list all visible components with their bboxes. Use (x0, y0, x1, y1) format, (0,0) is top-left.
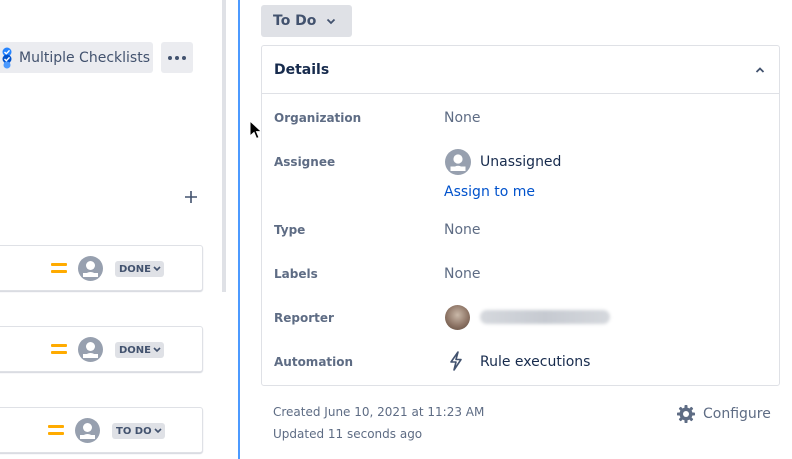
rule-executions-link[interactable]: Rule executions (480, 354, 590, 370)
reporter-label: Reporter (274, 311, 334, 325)
gear-icon (677, 405, 695, 423)
status-lozenge[interactable]: DONE (115, 342, 165, 358)
configure-button[interactable]: Configure (676, 404, 771, 424)
type-label: Type (274, 223, 306, 237)
organization-label: Organization (274, 111, 362, 125)
linked-issue-card[interactable]: DONE (0, 326, 203, 372)
status-lozenge-label: TO DO (116, 425, 152, 437)
details-header[interactable]: Details (262, 46, 779, 94)
details-panel: Details Organization None Assignee Unass… (261, 45, 780, 386)
reporter-name-redacted[interactable] (480, 310, 610, 324)
chevron-up-icon[interactable] (753, 63, 767, 77)
organization-value[interactable]: None (444, 110, 481, 126)
labels-label: Labels (274, 267, 318, 281)
more-actions-button[interactable] (161, 42, 193, 73)
unassigned-avatar-icon (445, 149, 471, 175)
status-transition-label: To Do (273, 13, 317, 29)
chevron-down-icon (154, 428, 162, 434)
status-lozenge[interactable]: TO DO (112, 423, 165, 439)
unassigned-avatar-icon (75, 418, 100, 443)
created-timestamp: Created June 10, 2021 at 11:23 AM (273, 405, 485, 419)
status-lozenge[interactable]: DONE (115, 261, 165, 277)
assignee-label: Assignee (274, 155, 336, 169)
unassigned-avatar-icon (78, 256, 103, 281)
assignee-value[interactable]: Unassigned (480, 154, 561, 170)
chevron-down-icon (153, 347, 161, 353)
type-value[interactable]: None (444, 222, 481, 238)
add-item-button[interactable] (181, 187, 201, 207)
configure-label: Configure (703, 406, 771, 422)
status-lozenge-label: DONE (119, 263, 152, 275)
lightning-bolt-icon (450, 351, 462, 371)
linked-issue-card[interactable]: DONE (0, 245, 203, 291)
plus-icon (185, 191, 197, 203)
assign-to-me-link[interactable]: Assign to me (444, 184, 535, 200)
status-lozenge-label: DONE (119, 344, 152, 356)
chevron-down-icon (327, 18, 336, 24)
issue-list-pane: Multiple Checklists DONE DONE TO DO (0, 0, 240, 459)
unassigned-avatar-icon (78, 337, 103, 362)
checklist-app-icon (2, 47, 12, 68)
multiple-checklists-label: Multiple Checklists (19, 49, 150, 66)
details-title: Details (274, 61, 330, 78)
priority-medium-icon (51, 343, 67, 355)
priority-medium-icon (48, 424, 64, 436)
chevron-down-icon (153, 266, 161, 272)
priority-medium-icon (51, 262, 67, 274)
multiple-checklists-button[interactable]: Multiple Checklists (0, 42, 153, 73)
reporter-avatar (445, 305, 470, 330)
automation-label: Automation (274, 355, 354, 369)
more-icon (168, 55, 186, 60)
linked-issue-card[interactable]: TO DO (0, 407, 203, 453)
pane-divider[interactable] (238, 0, 240, 459)
updated-timestamp: Updated 11 seconds ago (273, 427, 423, 441)
status-transition-button[interactable]: To Do (261, 5, 352, 37)
labels-value[interactable]: None (444, 266, 481, 282)
scrollbar[interactable] (222, 0, 226, 292)
